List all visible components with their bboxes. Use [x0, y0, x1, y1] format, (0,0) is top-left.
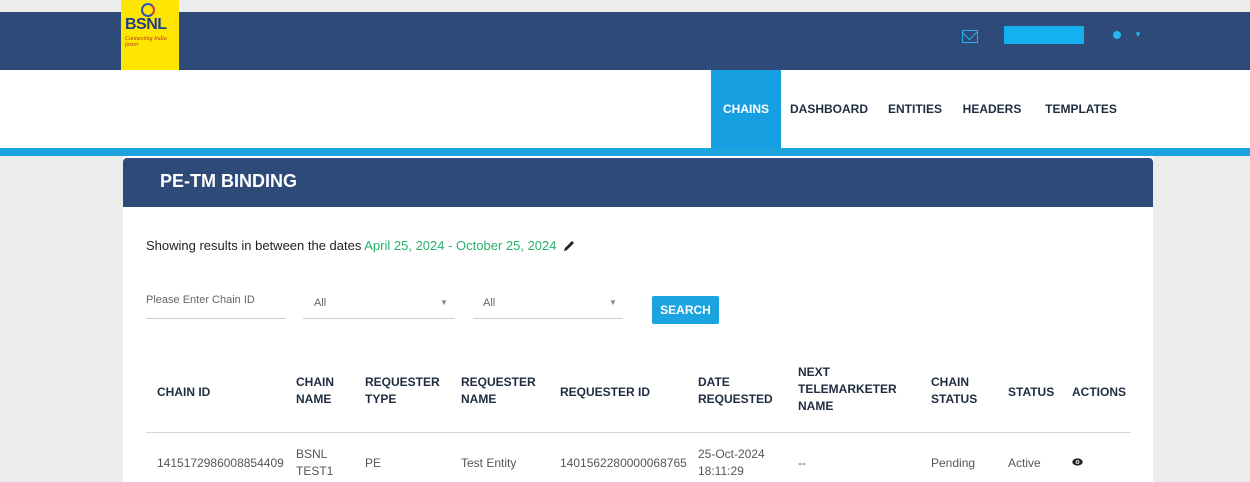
search-button[interactable]: SEARCH — [652, 296, 719, 324]
column-header-status: STATUS — [1008, 385, 1055, 399]
date-range-text: Showing results in between the dates Apr… — [146, 238, 557, 253]
page-title: PE-TM BINDING — [160, 171, 297, 191]
chevron-down-icon[interactable]: ▼ — [1134, 30, 1142, 39]
tab-headers[interactable]: HEADERS — [959, 70, 1025, 148]
logo-brand-text: BSNL — [125, 16, 167, 33]
cell-chain-id: 1415172986008854409 — [157, 456, 284, 470]
date-range-prefix: Showing results in between the dates — [146, 238, 362, 253]
chevron-down-icon[interactable]: ▼ — [440, 298, 448, 307]
accent-strip — [0, 148, 1250, 156]
cell-date-requested: 25-Oct-2024 18:11:29 — [698, 447, 765, 478]
select-two-underline — [473, 318, 623, 319]
bsnl-logo[interactable]: BSNL Connecting India faster — [121, 0, 179, 70]
cell-next-telemarketer: -- — [798, 456, 806, 470]
column-header-requester-name: REQUESTER NAME — [461, 375, 536, 406]
table-header-divider — [146, 432, 1131, 433]
column-header-next-telemarketer: NEXT TELEMARKETER NAME — [798, 365, 897, 413]
cell-requester-name: Test Entity — [461, 456, 517, 470]
select-one-underline — [303, 318, 455, 319]
column-header-chain-name: CHAIN NAME — [296, 375, 334, 406]
status-select[interactable]: All — [483, 297, 495, 309]
column-header-requester-id: REQUESTER ID — [560, 385, 651, 399]
tab-templates[interactable]: TEMPLATES — [1038, 70, 1124, 148]
column-header-requester-type: REQUESTER TYPE — [365, 375, 440, 406]
date-range-value[interactable]: April 25, 2024 - October 25, 2024 — [364, 238, 556, 253]
cell-chain-status: Pending — [931, 456, 976, 470]
user-avatar-icon[interactable] — [1113, 31, 1121, 39]
mail-icon[interactable] — [962, 30, 978, 43]
chain-id-input[interactable]: Please Enter Chain ID — [146, 294, 255, 306]
eye-icon[interactable] — [1072, 458, 1083, 466]
column-header-chain-id: CHAIN ID — [157, 385, 211, 399]
cell-requester-type: PE — [365, 456, 382, 470]
user-name-box[interactable] — [1004, 26, 1084, 44]
tab-chains[interactable]: CHAINS — [711, 70, 781, 148]
chain-id-underline — [146, 318, 286, 319]
tab-entities[interactable]: ENTITIES — [884, 70, 946, 148]
chevron-down-icon[interactable]: ▼ — [609, 298, 617, 307]
pencil-icon[interactable] — [562, 239, 576, 253]
requester-type-select[interactable]: All — [314, 297, 326, 309]
tab-dashboard[interactable]: DASHBOARD — [786, 70, 872, 148]
cell-status: Active — [1008, 456, 1041, 470]
logo-swirl-icon — [141, 3, 155, 17]
cell-chain-name: BSNL TEST1 — [296, 447, 334, 478]
column-header-date-requested: DATE REQUESTED — [698, 375, 773, 406]
column-header-chain-status: CHAIN STATUS — [931, 375, 978, 406]
column-header-actions: ACTIONS — [1072, 385, 1126, 399]
logo-tagline: Connecting India faster — [125, 36, 167, 48]
cell-requester-id: 1401562280000068765 — [560, 456, 687, 470]
